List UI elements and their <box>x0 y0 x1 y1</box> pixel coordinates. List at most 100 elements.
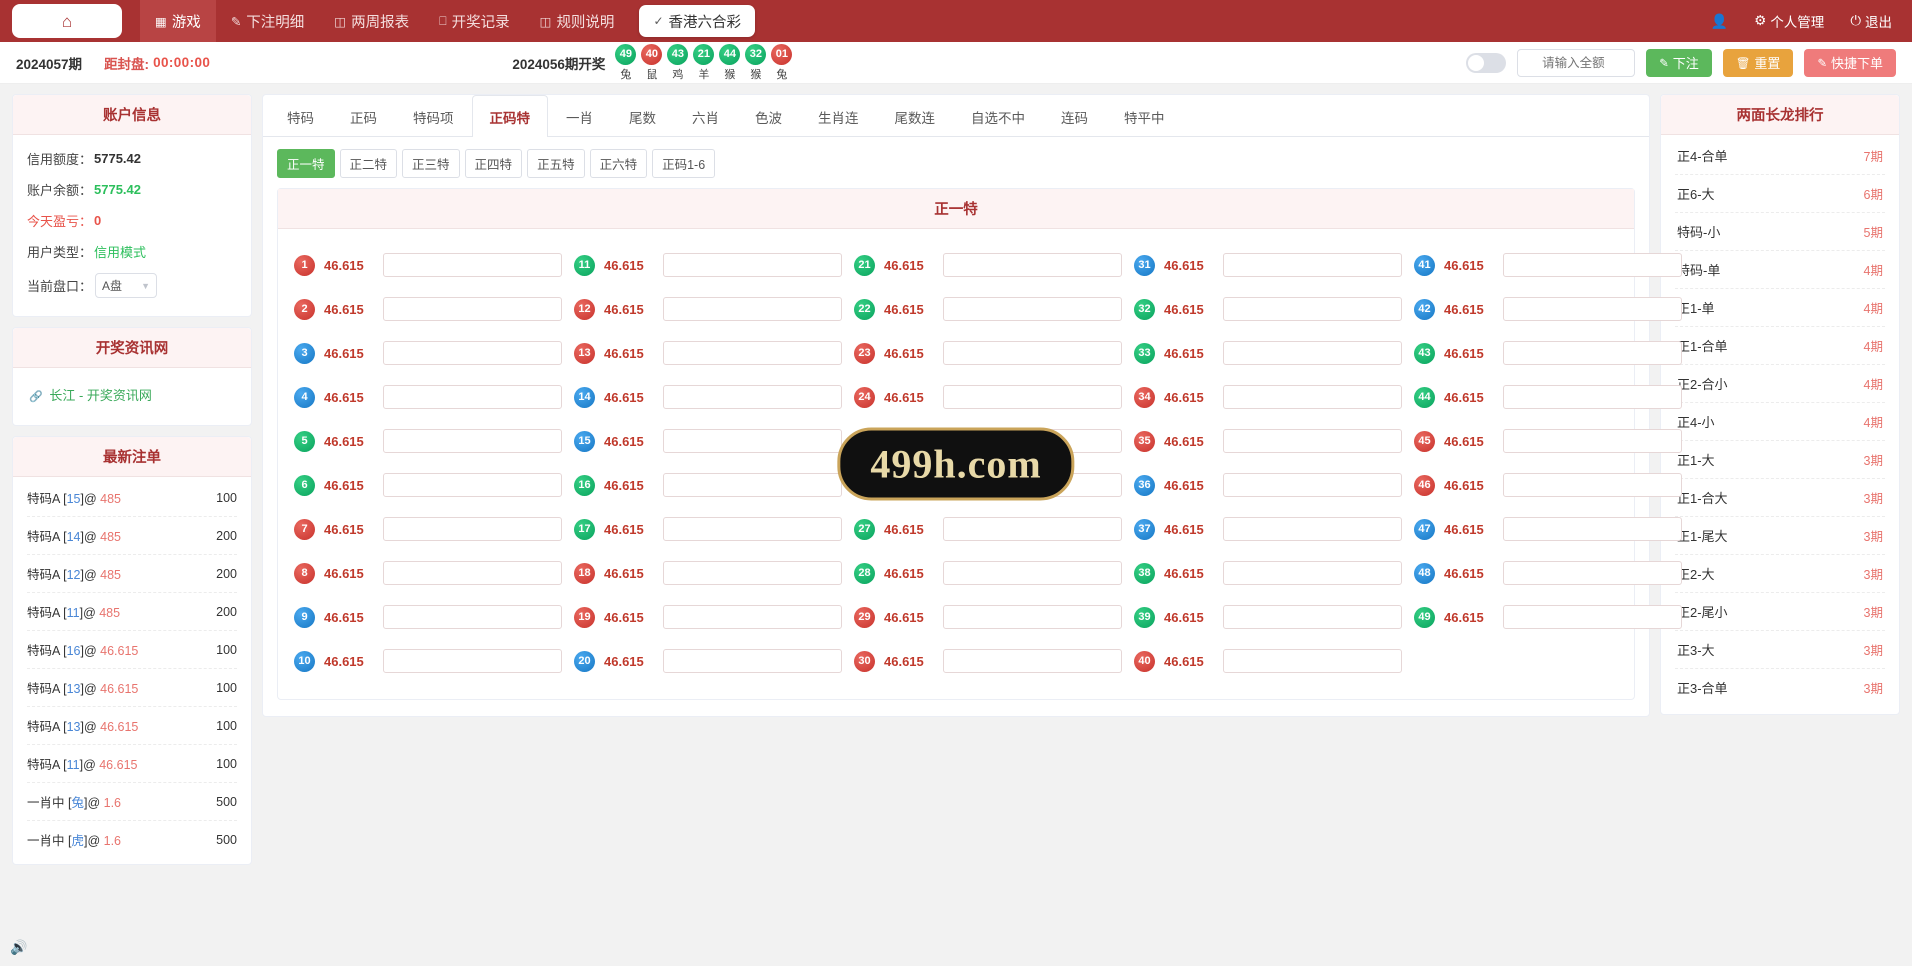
bet-amount-input[interactable] <box>943 649 1122 673</box>
number-ball[interactable]: 3 <box>294 342 315 364</box>
number-ball[interactable]: 6 <box>294 474 315 496</box>
bet-amount-input[interactable] <box>383 385 562 409</box>
number-ball[interactable]: 42 <box>1414 298 1435 320</box>
number-ball[interactable]: 9 <box>294 606 315 628</box>
bet-amount-input[interactable] <box>663 297 842 321</box>
bet-amount-input[interactable] <box>1223 385 1402 409</box>
amount-input[interactable] <box>1517 48 1636 77</box>
bet-amount-input[interactable] <box>1503 253 1682 277</box>
number-ball[interactable]: 10 <box>294 650 315 672</box>
bet-amount-input[interactable] <box>383 341 562 365</box>
subtab-正三特[interactable]: 正三特 <box>402 149 460 178</box>
bet-amount-input[interactable] <box>383 517 562 541</box>
bet-amount-input[interactable] <box>383 605 562 629</box>
bet-amount-input[interactable] <box>1503 473 1682 497</box>
number-ball[interactable]: 37 <box>1134 518 1155 540</box>
bet-amount-input[interactable] <box>943 561 1122 585</box>
number-ball[interactable]: 18 <box>574 562 595 584</box>
lottery-selector-hk-mark-six[interactable]: ✓ 香港六合彩 <box>639 5 755 37</box>
bet-amount-input[interactable] <box>663 473 842 497</box>
bet-amount-input[interactable] <box>383 253 562 277</box>
info-site-link[interactable]: 长江 - 开奖资讯网 <box>49 388 152 403</box>
bet-amount-input[interactable] <box>383 561 562 585</box>
number-ball[interactable]: 27 <box>854 518 875 540</box>
number-ball[interactable]: 49 <box>1414 606 1435 628</box>
number-ball[interactable]: 26 <box>854 474 875 496</box>
bet-amount-input[interactable] <box>1503 517 1682 541</box>
bet-amount-input[interactable] <box>663 385 842 409</box>
number-ball[interactable]: 30 <box>854 650 875 672</box>
place-bet-button[interactable]: ✎ 下注 <box>1646 48 1712 77</box>
bet-amount-input[interactable] <box>1503 429 1682 453</box>
number-ball[interactable]: 43 <box>1414 342 1435 364</box>
bet-amount-input[interactable] <box>1223 341 1402 365</box>
bet-amount-input[interactable] <box>1223 297 1402 321</box>
number-ball[interactable]: 29 <box>854 606 875 628</box>
nav-item-bet-details[interactable]: ✎ 下注明细 <box>216 0 319 42</box>
bet-amount-input[interactable] <box>943 605 1122 629</box>
quick-bet-toggle[interactable] <box>1466 52 1507 73</box>
subtab-正码1-6[interactable]: 正码1-6 <box>652 149 716 178</box>
profile-management-button[interactable]: ⚙ 个人管理 <box>1754 11 1824 31</box>
number-ball[interactable]: 21 <box>854 254 875 276</box>
number-ball[interactable]: 4 <box>294 386 315 408</box>
number-ball[interactable]: 24 <box>854 386 875 408</box>
tab-正码特[interactable]: 正码特 <box>471 95 548 137</box>
sound-icon[interactable]: 🔊 <box>10 939 27 956</box>
bet-amount-input[interactable] <box>663 429 842 453</box>
number-ball[interactable]: 22 <box>854 298 875 320</box>
tab-自选不中[interactable]: 自选不中 <box>953 95 1043 137</box>
bet-amount-input[interactable] <box>663 341 842 365</box>
number-ball[interactable]: 19 <box>574 606 595 628</box>
number-ball[interactable]: 7 <box>294 518 315 540</box>
number-ball[interactable]: 35 <box>1134 430 1155 452</box>
number-ball[interactable]: 16 <box>574 474 595 496</box>
number-ball[interactable]: 13 <box>574 342 595 364</box>
number-ball[interactable]: 17 <box>574 518 595 540</box>
bet-amount-input[interactable] <box>943 297 1122 321</box>
tab-正码[interactable]: 正码 <box>332 95 395 137</box>
logo-home-button[interactable]: ⌂ <box>12 4 122 38</box>
reset-button[interactable]: 🗑 重置 <box>1722 48 1794 77</box>
bet-amount-input[interactable] <box>1503 385 1682 409</box>
bet-amount-input[interactable] <box>943 473 1122 497</box>
bet-amount-input[interactable] <box>1223 649 1402 673</box>
subtab-正二特[interactable]: 正二特 <box>339 149 398 178</box>
subtab-正四特[interactable]: 正四特 <box>464 149 523 178</box>
number-ball[interactable]: 8 <box>294 562 315 584</box>
bet-amount-input[interactable] <box>1503 561 1682 585</box>
number-ball[interactable]: 40 <box>1134 650 1155 672</box>
bet-amount-input[interactable] <box>383 297 562 321</box>
quick-order-button[interactable]: ✎ 快捷下单 <box>1804 48 1896 77</box>
number-ball[interactable]: 15 <box>574 430 595 452</box>
info-site-link-row[interactable]: 🔗 长江 - 开奖资讯网 <box>27 376 237 413</box>
bet-amount-input[interactable] <box>1223 605 1402 629</box>
table-select[interactable]: A盘 ▼ <box>95 273 158 298</box>
number-ball[interactable]: 11 <box>574 254 595 276</box>
number-ball[interactable]: 2 <box>294 298 315 320</box>
bet-amount-input[interactable] <box>663 517 842 541</box>
nav-item-rules[interactable]: ◫ 规则说明 <box>525 0 630 42</box>
logout-button[interactable]: ⏻ 退出 <box>1850 11 1892 31</box>
number-ball[interactable]: 14 <box>574 386 595 408</box>
number-ball[interactable]: 44 <box>1414 386 1435 408</box>
tab-尾数连[interactable]: 尾数连 <box>877 95 954 137</box>
number-ball[interactable]: 48 <box>1414 562 1435 584</box>
number-ball[interactable]: 12 <box>574 298 595 320</box>
tab-特平中[interactable]: 特平中 <box>1106 95 1183 137</box>
nav-item-biweekly-report[interactable]: ◫ 两周报表 <box>319 0 424 42</box>
bet-amount-input[interactable] <box>943 517 1122 541</box>
bet-amount-input[interactable] <box>943 253 1122 277</box>
subtab-正一特[interactable]: 正一特 <box>277 149 335 178</box>
number-ball[interactable]: 28 <box>854 562 875 584</box>
number-ball[interactable]: 39 <box>1134 606 1155 628</box>
number-ball[interactable]: 5 <box>294 430 315 452</box>
bet-amount-input[interactable] <box>1223 517 1402 541</box>
bet-amount-input[interactable] <box>1223 473 1402 497</box>
number-ball[interactable]: 46 <box>1414 474 1435 496</box>
bet-amount-input[interactable] <box>943 429 1122 453</box>
number-ball[interactable]: 33 <box>1134 342 1155 364</box>
bet-amount-input[interactable] <box>1223 561 1402 585</box>
tab-一肖[interactable]: 一肖 <box>548 95 611 137</box>
number-ball[interactable]: 31 <box>1134 254 1155 276</box>
